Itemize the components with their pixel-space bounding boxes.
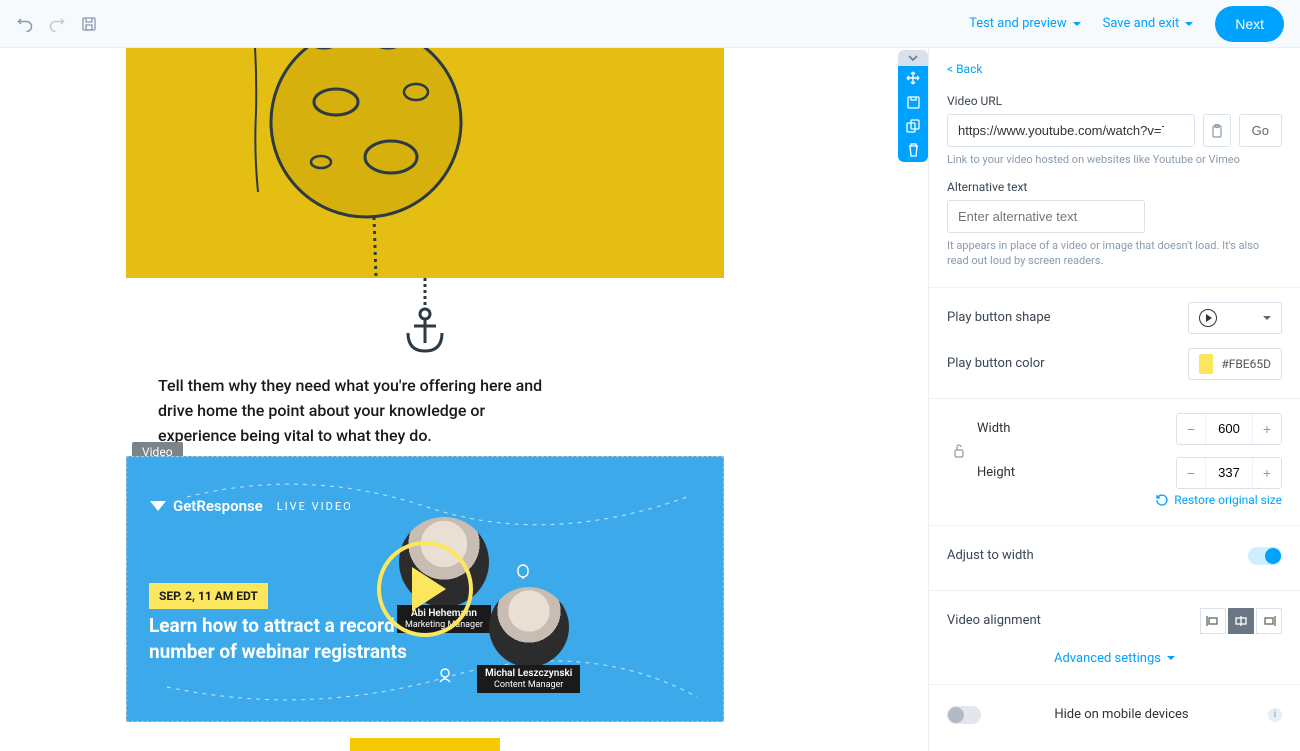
play-button-overlay[interactable] — [377, 541, 473, 637]
save-exit-link[interactable]: Save and exit — [1103, 16, 1194, 31]
topbar-left — [16, 15, 98, 33]
go-button[interactable]: Go — [1239, 114, 1282, 147]
width-label: Width — [977, 421, 1010, 436]
text-block[interactable]: Tell them why they need what you're offe… — [126, 356, 724, 456]
back-link[interactable]: < Back — [947, 62, 982, 76]
video-brand: GetResponse LIVE VIDEO — [149, 497, 353, 515]
paste-url-icon[interactable] — [1203, 114, 1231, 147]
save-icon[interactable] — [80, 15, 98, 33]
undo-icon[interactable] — [16, 15, 34, 33]
video-headline: Learn how to attract a record number of … — [149, 613, 409, 664]
align-center-button[interactable] — [1228, 608, 1254, 634]
collapse-toolbar-icon[interactable] — [898, 50, 928, 66]
advanced-settings-link[interactable]: Advanced settings — [947, 651, 1282, 666]
play-color-picker[interactable]: #FBE65D — [1188, 348, 1282, 380]
chevron-down-icon — [1263, 316, 1271, 320]
info-icon[interactable]: i — [1268, 708, 1282, 722]
color-hex-value: #FBE65D — [1221, 357, 1271, 371]
body-paragraph: Tell them why they need what you're offe… — [158, 374, 558, 448]
align-left-button[interactable] — [1200, 608, 1226, 634]
next-button[interactable]: Next — [1215, 6, 1284, 42]
play-shape-label: Play button shape — [947, 310, 1051, 325]
height-stepper[interactable]: − + — [1176, 457, 1282, 489]
test-preview-link[interactable]: Test and preview — [969, 16, 1081, 31]
play-icon — [412, 567, 446, 611]
save-block-icon[interactable] — [898, 90, 928, 114]
adjust-width-toggle[interactable] — [1248, 547, 1282, 565]
video-date-chip: SEP. 2, 11 AM EDT — [149, 583, 268, 609]
block-toolbar — [898, 50, 928, 162]
height-minus-button[interactable]: − — [1177, 458, 1205, 488]
hero-image-block[interactable] — [126, 48, 724, 278]
play-shape-preview-icon — [1199, 309, 1217, 327]
alt-hint: It appears in place of a video or image … — [947, 239, 1282, 269]
hide-mobile-label: Hide on mobile devices — [1054, 707, 1188, 722]
height-label: Height — [977, 465, 1015, 480]
video-thumbnail[interactable]: GetResponse LIVE VIDEO SEP. 2, 11 AM EDT… — [126, 456, 724, 722]
cta-row: Learn more — [126, 722, 724, 751]
redo-icon[interactable] — [48, 15, 66, 33]
hide-mobile-toggle[interactable] — [947, 706, 981, 724]
speaker-2: Michal LeszczynskiContent Manager — [477, 587, 580, 693]
topbar: Test and preview Save and exit Next — [0, 0, 1300, 48]
width-stepper[interactable]: − + — [1176, 413, 1282, 445]
properties-panel: < Back Video URL Go Link to your video h… — [928, 48, 1300, 751]
video-url-label: Video URL — [947, 94, 1282, 108]
width-plus-button[interactable]: + — [1253, 414, 1281, 444]
height-plus-button[interactable]: + — [1253, 458, 1281, 488]
width-input[interactable] — [1205, 414, 1253, 444]
topbar-right: Test and preview Save and exit Next — [969, 6, 1284, 42]
restore-size-link[interactable]: Restore original size — [947, 493, 1282, 507]
video-url-input[interactable] — [947, 114, 1195, 147]
adjust-width-label: Adjust to width — [947, 548, 1034, 563]
play-color-label: Play button color — [947, 356, 1045, 371]
play-shape-dropdown[interactable] — [1188, 302, 1282, 334]
video-block[interactable]: Video GetResponse LIVE VIDEO SEP. 2, 11 … — [126, 456, 724, 722]
color-swatch — [1199, 354, 1213, 374]
url-hint: Link to your video hosted on websites li… — [947, 153, 1282, 168]
alignment-group — [1200, 608, 1282, 634]
lock-aspect-icon[interactable] — [947, 443, 971, 459]
delete-block-icon[interactable] — [898, 138, 928, 162]
editor-canvas[interactable]: Tell them why they need what you're offe… — [0, 48, 928, 751]
video-alignment-label: Video alignment — [947, 613, 1041, 628]
height-input[interactable] — [1205, 458, 1253, 488]
learn-more-button[interactable]: Learn more — [350, 738, 500, 751]
move-block-icon[interactable] — [898, 66, 928, 90]
email-preview: Tell them why they need what you're offe… — [126, 48, 724, 751]
align-right-button[interactable] — [1256, 608, 1282, 634]
alt-text-label: Alternative text — [947, 180, 1282, 194]
anchor-decoration — [126, 278, 724, 356]
alt-text-input[interactable] — [947, 200, 1145, 233]
width-minus-button[interactable]: − — [1177, 414, 1205, 444]
duplicate-block-icon[interactable] — [898, 114, 928, 138]
